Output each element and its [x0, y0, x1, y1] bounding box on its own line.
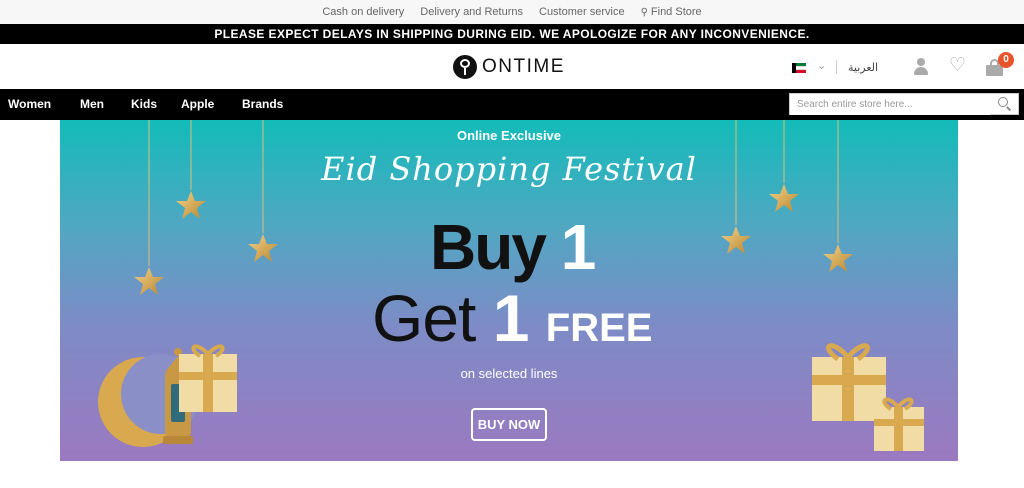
user-icon[interactable] [913, 58, 929, 76]
buy-number: 1 [560, 211, 597, 283]
logo-text: ONTIME [482, 56, 565, 77]
nav-item-kids[interactable]: Kids [131, 97, 157, 111]
utility-bar: Cash on delivery Delivery and Returns Cu… [0, 0, 1024, 24]
banner-get-line: Get 1 FREE [372, 285, 652, 351]
banner-kicker: Online Exclusive [456, 128, 562, 143]
heart-icon[interactable]: ♡ [949, 56, 966, 75]
logo-icon [453, 55, 477, 79]
banner-subtitle: on selected lines [460, 366, 558, 381]
divider [836, 60, 837, 74]
gift-boxes-decoration [812, 343, 924, 451]
cash-on-delivery-link[interactable]: Cash on delivery [322, 6, 404, 18]
announcement-bar: PLEASE EXPECT DELAYS IN SHIPPING DURING … [0, 24, 1024, 44]
cart-count-badge: 0 [998, 52, 1014, 68]
banner-title: Eid Shopping Festival [321, 150, 697, 188]
get-word: Get [372, 281, 476, 355]
nav-item-men[interactable]: Men [80, 97, 104, 111]
search-icon[interactable] [998, 97, 1012, 111]
buy-now-button[interactable]: BUY NOW [471, 408, 547, 441]
find-store-link[interactable]: ⚲ Find Store [641, 6, 702, 18]
site-header: ONTIME ⌄ العربية ♡ 0 [0, 44, 1024, 90]
get-number: 1 [492, 281, 530, 355]
banner-buy-line: Buy 1 [430, 215, 596, 279]
nav-item-women[interactable]: Women [8, 97, 51, 111]
nav-item-brands[interactable]: Brands [242, 97, 283, 111]
main-nav: Women Men Kids Apple Brands [0, 89, 1024, 120]
site-logo[interactable]: ONTIME [453, 55, 565, 79]
hero-banner[interactable]: Online Exclusive Eid Shopping Festival B… [60, 120, 958, 461]
customer-service-link[interactable]: Customer service [539, 6, 625, 18]
language-switch[interactable]: العربية [848, 61, 878, 74]
crescent-lantern-decoration [98, 344, 237, 447]
search-box [789, 93, 1019, 115]
buy-word: Buy [430, 211, 547, 283]
location-pin-icon: ⚲ [640, 7, 648, 18]
nav-item-apple[interactable]: Apple [181, 97, 214, 111]
kuwait-flag-icon[interactable] [792, 63, 806, 74]
chevron-down-icon[interactable]: ⌄ [817, 59, 826, 72]
find-store-label: Find Store [650, 6, 702, 18]
delivery-returns-link[interactable]: Delivery and Returns [420, 6, 523, 18]
search-input[interactable] [790, 94, 990, 115]
free-word: FREE [545, 306, 653, 350]
